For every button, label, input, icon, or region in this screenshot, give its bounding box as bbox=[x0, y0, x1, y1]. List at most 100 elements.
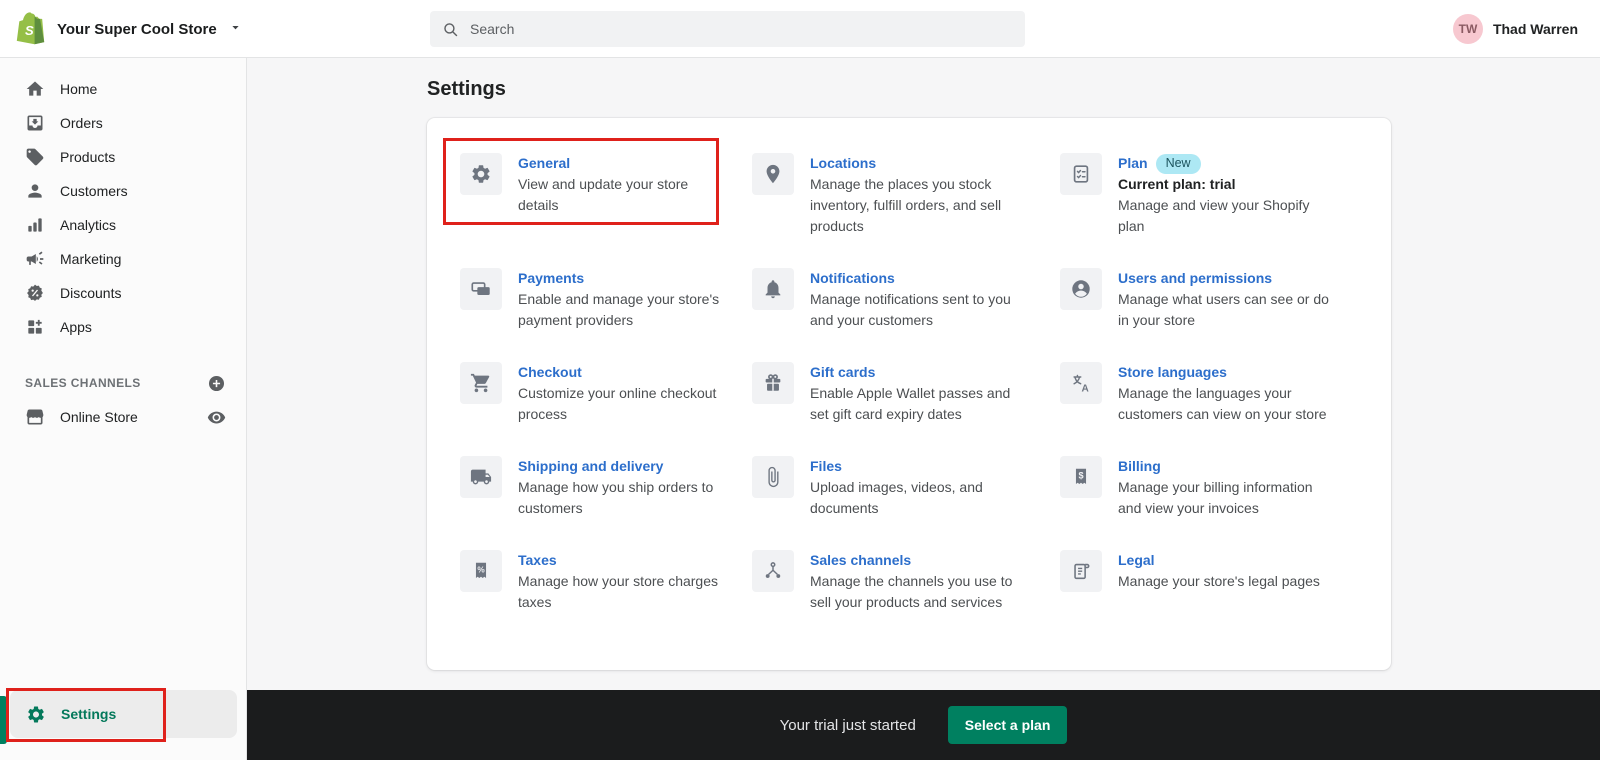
new-badge: New bbox=[1155, 153, 1201, 174]
gift-icon bbox=[752, 362, 794, 404]
sidebar-item-discounts[interactable]: Discounts bbox=[0, 276, 246, 310]
card-title-link[interactable]: General bbox=[518, 153, 570, 174]
settings-card-files[interactable]: Files Upload images, videos, and document… bbox=[752, 456, 1060, 519]
settings-label: Settings bbox=[61, 706, 117, 722]
settings-card-notifications[interactable]: Notifications Manage notifications sent t… bbox=[752, 268, 1060, 331]
select-a-plan-button[interactable]: Select a plan bbox=[947, 706, 1068, 744]
card-title-link[interactable]: Legal bbox=[1118, 550, 1155, 571]
card-text: Checkout Customize your online checkout p… bbox=[518, 362, 732, 425]
store-name: Your Super Cool Store bbox=[57, 20, 217, 38]
card-title-link[interactable]: Shipping and delivery bbox=[518, 456, 663, 477]
sidebar-item-customers[interactable]: Customers bbox=[0, 174, 246, 208]
card-description: Manage the languages your customers can … bbox=[1118, 385, 1327, 422]
card-description: Manage how your store charges taxes bbox=[518, 573, 718, 610]
svg-text:S: S bbox=[25, 23, 34, 38]
sidebar-item-online-store[interactable]: Online Store bbox=[0, 398, 246, 436]
avatar: TW bbox=[1452, 14, 1483, 44]
location-pin-icon bbox=[752, 153, 794, 195]
card-title-link[interactable]: Locations bbox=[810, 153, 876, 174]
card-description: Manage and view your Shopify plan bbox=[1118, 197, 1310, 234]
card-text: Files Upload images, videos, and document… bbox=[810, 456, 1024, 519]
card-text: Legal Manage your store's legal pages bbox=[1118, 550, 1320, 613]
products-icon bbox=[25, 147, 45, 167]
card-title-link[interactable]: Plan bbox=[1118, 153, 1148, 174]
svg-text:$: $ bbox=[1078, 470, 1083, 480]
settings-grid: General View and update your store detail… bbox=[443, 138, 1361, 613]
sidebar-item-analytics[interactable]: Analytics bbox=[0, 208, 246, 242]
sales-channels-header: SALES CHANNELS bbox=[0, 368, 246, 398]
sidebar-item-products[interactable]: Products bbox=[0, 140, 246, 174]
sidebar-item-label: Home bbox=[60, 81, 98, 97]
sidebar-item-label: Apps bbox=[60, 319, 92, 335]
card-title-link[interactable]: Files bbox=[810, 456, 842, 477]
card-title-link[interactable]: Gift cards bbox=[810, 362, 875, 383]
card-title-link[interactable]: Checkout bbox=[518, 362, 582, 383]
eye-icon[interactable] bbox=[207, 408, 226, 427]
search-icon bbox=[442, 21, 459, 38]
card-text: Users and permissions Manage what users c… bbox=[1118, 268, 1332, 331]
card-description: Manage how you ship orders to customers bbox=[518, 479, 714, 516]
channel-label: Online Store bbox=[60, 409, 138, 425]
sidebar-item-marketing[interactable]: Marketing bbox=[0, 242, 246, 276]
settings-card-locations[interactable]: Locations Manage the places you stock inv… bbox=[752, 153, 1060, 237]
home-icon bbox=[25, 79, 45, 99]
translate-icon: A bbox=[1060, 362, 1102, 404]
settings-card-legal[interactable]: Legal Manage your store's legal pages bbox=[1060, 550, 1361, 613]
settings-card-sales-channels[interactable]: Sales channels Manage the channels you us… bbox=[752, 550, 1060, 613]
settings-card-general[interactable]: General View and update your store detail… bbox=[443, 138, 752, 237]
search-input[interactable] bbox=[468, 20, 1013, 38]
billing-icon: $ bbox=[1060, 456, 1102, 498]
sidebar-item-label: Marketing bbox=[60, 251, 122, 267]
card-description: Manage notifications sent to you and you… bbox=[810, 291, 1011, 328]
sidebar-item-label: Customers bbox=[60, 183, 128, 199]
card-title-link[interactable]: Sales channels bbox=[810, 550, 911, 571]
chevron-down-icon bbox=[228, 18, 243, 40]
card-description: Manage your billing information and view… bbox=[1118, 479, 1313, 516]
sidebar-item-home[interactable]: Home bbox=[0, 72, 246, 106]
card-title-link[interactable]: Store languages bbox=[1118, 362, 1227, 383]
settings-card-users-and-permissions[interactable]: Users and permissions Manage what users c… bbox=[1060, 268, 1361, 331]
card-title-link[interactable]: Payments bbox=[518, 268, 584, 289]
sidebar: Home Orders Products Customers Analytics Mark… bbox=[0, 58, 247, 760]
card-description: Enable and manage your store's payment p… bbox=[518, 291, 720, 328]
search-bar[interactable] bbox=[430, 11, 1025, 47]
settings-card-payments[interactable]: Payments Enable and manage your store's p… bbox=[460, 268, 752, 331]
card-description: View and update your store details bbox=[518, 176, 689, 213]
svg-text:A: A bbox=[1081, 383, 1089, 394]
add-sales-channel-button[interactable] bbox=[207, 374, 226, 393]
settings-card-billing[interactable]: $ Billing Manage your billing information … bbox=[1060, 456, 1361, 519]
card-description: Manage the channels you use to sell your… bbox=[810, 573, 1013, 610]
card-text: Billing Manage your billing information a… bbox=[1118, 456, 1332, 519]
settings-card-gift-cards[interactable]: Gift cards Enable Apple Wallet passes and… bbox=[752, 362, 1060, 425]
settings-card-checkout[interactable]: Checkout Customize your online checkout p… bbox=[460, 362, 752, 425]
user-name: Thad Warren bbox=[1492, 21, 1578, 37]
card-text: General View and update your store detail… bbox=[518, 153, 732, 237]
card-text: Plan New Current plan: trial Manage and vie… bbox=[1118, 153, 1332, 237]
sidebar-item-settings[interactable]: Settings bbox=[10, 690, 237, 738]
top-bar: S Your Super Cool Store TW Thad Warren bbox=[0, 0, 1600, 58]
sidebar-item-apps[interactable]: Apps bbox=[0, 310, 246, 344]
shopify-logo-icon: S bbox=[16, 12, 46, 46]
page-title: Settings bbox=[427, 78, 506, 100]
settings-card-taxes[interactable]: % Taxes Manage how your store charges taxe… bbox=[460, 550, 752, 613]
user-menu[interactable]: TW Thad Warren bbox=[1452, 0, 1578, 58]
settings-card-store-languages[interactable]: A Store languages Manage the languages you… bbox=[1060, 362, 1361, 425]
card-text: Store languages Manage the languages your… bbox=[1118, 362, 1332, 425]
card-description: Customize your online checkout process bbox=[518, 385, 717, 422]
card-title-link[interactable]: Notifications bbox=[810, 268, 895, 289]
settings-card-plan[interactable]: Plan New Current plan: trial Manage and vie… bbox=[1060, 153, 1361, 237]
card-text: Taxes Manage how your store charges taxes bbox=[518, 550, 732, 613]
gear-icon bbox=[26, 704, 46, 724]
sales-channels-heading: SALES CHANNELS bbox=[25, 376, 141, 390]
store-switcher[interactable]: S Your Super Cool Store bbox=[16, 0, 243, 58]
trial-message: Your trial just started bbox=[779, 716, 916, 734]
card-text: Gift cards Enable Apple Wallet passes and… bbox=[810, 362, 1024, 425]
card-title-link[interactable]: Taxes bbox=[518, 550, 557, 571]
main-content: Settings General View and update your sto… bbox=[247, 58, 1600, 760]
card-title-link[interactable]: Billing bbox=[1118, 456, 1161, 477]
sidebar-item-orders[interactable]: Orders bbox=[0, 106, 246, 140]
settings-panel: General View and update your store detail… bbox=[427, 118, 1391, 670]
card-description: Upload images, videos, and documents bbox=[810, 479, 983, 516]
card-title-link[interactable]: Users and permissions bbox=[1118, 268, 1272, 289]
settings-card-shipping-and-delivery[interactable]: Shipping and delivery Manage how you ship… bbox=[460, 456, 752, 519]
